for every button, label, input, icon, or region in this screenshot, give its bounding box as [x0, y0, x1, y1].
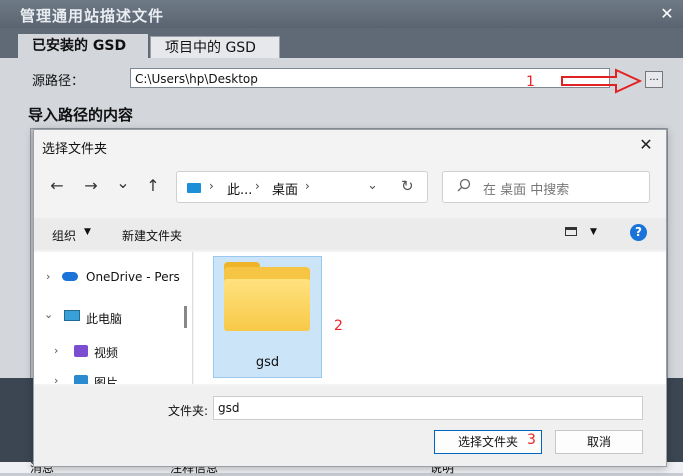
cancel-button[interactable]: 取消	[555, 430, 643, 454]
annotation-number: 1	[526, 74, 535, 90]
chevron-right-icon[interactable]: ›	[54, 344, 58, 357]
help-icon[interactable]: ?	[630, 224, 647, 241]
close-icon[interactable]: ✕	[635, 135, 657, 155]
pc-icon	[187, 183, 201, 193]
command-bar: 组织 ▼ 新建文件夹 ▼ ?	[34, 218, 666, 250]
select-folder-button[interactable]: 选择文件夹	[434, 430, 542, 454]
search-placeholder: 在 桌面 中搜索	[483, 183, 570, 198]
folder-field-label: 文件夹:	[168, 404, 209, 418]
tab-installed-gsd[interactable]: 已安装的 GSD	[18, 34, 148, 58]
annotation-arrow-icon	[561, 68, 642, 94]
chevron-down-icon[interactable]: ⌄	[44, 308, 53, 321]
title-bar: 管理通用站描述文件 ✕	[0, 0, 683, 28]
navigation-pane: › OneDrive - Pers ⌄ 此电脑 › 视频 › 图片	[34, 252, 193, 384]
folder-name-input[interactable]: gsd	[213, 396, 643, 420]
breadcrumb-separator[interactable]: ›	[305, 179, 310, 193]
recent-locations-chevron-icon[interactable]: ⌄	[112, 173, 134, 192]
annotation-number: 2	[334, 318, 343, 334]
chevron-right-icon[interactable]: ›	[46, 270, 50, 283]
breadcrumb-separator: ›	[209, 179, 214, 193]
tree-item-label: OneDrive - Pers	[86, 270, 180, 284]
breadcrumb-this-pc[interactable]: 此...	[227, 179, 252, 198]
caret-down-icon[interactable]: ▼	[84, 227, 91, 237]
new-folder-button[interactable]: 新建文件夹	[122, 227, 182, 244]
scrollbar[interactable]	[184, 306, 187, 328]
folder-item-gsd[interactable]: gsd	[213, 256, 322, 378]
address-bar[interactable]: › 此... › 桌面 › ⌄ ↻	[176, 171, 428, 203]
tree-item-onedrive[interactable]: › OneDrive - Pers	[34, 266, 184, 290]
search-icon	[457, 178, 471, 192]
tree-item-label: 图片	[94, 376, 119, 384]
picker-footer: 文件夹: gsd 选择文件夹 取消	[34, 386, 666, 466]
source-path-input[interactable]: C:\Users\hp\Desktop	[130, 68, 610, 88]
video-icon	[74, 345, 88, 357]
dialog-title: 管理通用站描述文件	[20, 7, 165, 25]
back-arrow-icon[interactable]: ←	[46, 176, 68, 195]
forward-arrow-icon[interactable]: →	[80, 176, 102, 195]
view-mode-icon[interactable]	[565, 227, 577, 236]
picker-title: 选择文件夹	[42, 142, 108, 157]
refresh-icon[interactable]: ↻	[401, 177, 414, 195]
annotation-number: 3	[527, 432, 536, 448]
address-dropdown-icon[interactable]: ⌄	[367, 178, 378, 193]
breadcrumb-desktop[interactable]: 桌面	[272, 179, 298, 198]
search-box[interactable]: 在 桌面 中搜索	[442, 171, 650, 203]
breadcrumb-separator[interactable]: ›	[255, 179, 260, 193]
folder-name: gsd	[255, 355, 280, 370]
chevron-right-icon[interactable]: ›	[54, 374, 58, 384]
tree-item-videos[interactable]: › 视频	[34, 340, 184, 364]
cloud-icon	[62, 272, 78, 281]
close-icon[interactable]: ✕	[656, 4, 678, 24]
tree-item-label: 视频	[94, 346, 119, 360]
tree-item-this-pc[interactable]: ⌄ 此电脑	[34, 306, 184, 330]
source-path-label: 源路径：	[32, 74, 85, 89]
picture-icon	[74, 375, 88, 384]
up-arrow-icon[interactable]: ↑	[142, 176, 164, 195]
file-list: gsd	[194, 252, 666, 384]
folder-picker-dialog: 选择文件夹 ✕ ← → ⌄ ↑ › 此... › 桌面 › ⌄ ↻ 在 桌面 中…	[33, 129, 667, 467]
import-path-heading: 导入路径的内容	[28, 106, 134, 124]
folder-icon	[224, 279, 310, 331]
browse-button[interactable]: ...	[645, 71, 663, 88]
pc-icon	[64, 310, 80, 321]
tab-project-gsd[interactable]: 项目中的 GSD	[150, 36, 280, 58]
tree-item-label: 此电脑	[86, 312, 123, 326]
caret-down-icon[interactable]: ▼	[590, 227, 597, 237]
organize-menu[interactable]: 组织	[52, 227, 76, 244]
tree-item-pictures[interactable]: › 图片	[34, 370, 184, 384]
